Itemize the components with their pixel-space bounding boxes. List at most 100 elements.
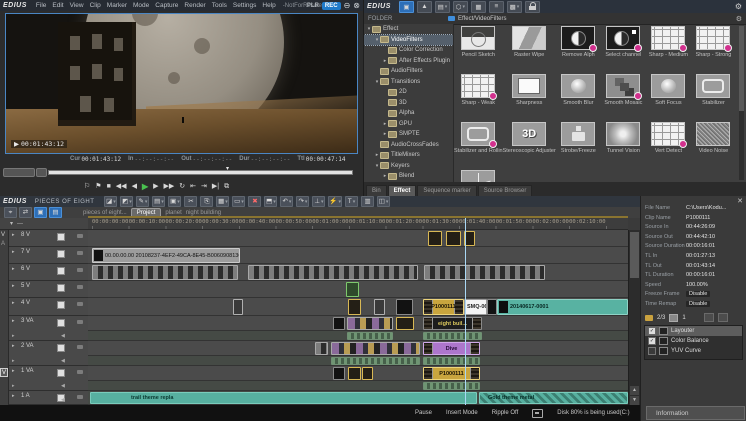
clip[interactable]: [233, 299, 243, 315]
scroll-up-icon[interactable]: ▲: [630, 386, 639, 395]
timeline-lanes[interactable]: 00.00.00.00 20108237-4EF2-49CA-8E45-B006…: [88, 230, 628, 405]
menu-clip[interactable]: Clip: [87, 2, 104, 9]
step-forward-button[interactable]: ▶: [153, 182, 158, 192]
shuttle-control[interactable]: [36, 168, 47, 177]
list-view-icon[interactable]: [704, 313, 714, 322]
clip-dive[interactable]: Dive: [423, 342, 480, 355]
clip[interactable]: [374, 299, 385, 315]
clip[interactable]: [423, 357, 480, 365]
marker-list-button[interactable]: ⚑: [95, 182, 101, 192]
filter-checkbox[interactable]: ✓: [648, 337, 656, 345]
clip-00-00-00-00-20108237-4ef2-49ca-8e45-b00609081360[interactable]: 00.00.00.00 20108237-4EF2-49CA-8E45-B006…: [92, 248, 240, 263]
sequence-settings-icon[interactable]: ◪▾: [104, 196, 117, 207]
audio-expander-icon[interactable]: ▸: [12, 383, 15, 389]
clip-smq-0631[interactable]: SMQ-0631: [464, 299, 487, 315]
fast-forward-button[interactable]: ▶▶: [164, 182, 175, 192]
effect-video-noise[interactable]: Video Noise: [691, 122, 736, 168]
effect-thumbnail[interactable]: [561, 122, 595, 146]
sequence-tab-planet[interactable]: planet: [165, 210, 181, 216]
add-marker-button[interactable]: ⚐: [84, 182, 90, 192]
expander-icon[interactable]: ▸: [12, 232, 15, 238]
video-lane[interactable]: [88, 230, 628, 247]
effect-tunnel-vision[interactable]: Tunnel Vision: [601, 122, 646, 168]
clip-p1000111[interactable]: P1000111: [423, 299, 464, 315]
lock-icon[interactable]: [525, 1, 540, 13]
effect-thumbnail[interactable]: [606, 26, 640, 50]
clip[interactable]: [396, 317, 414, 330]
folder-icon[interactable]: ▤▾: [152, 196, 165, 207]
scroll-down-icon[interactable]: ▼: [630, 396, 639, 405]
effect-thumbnail[interactable]: [696, 26, 730, 50]
tree-item-titlemixers[interactable]: ▸TitleMixers: [364, 150, 453, 161]
chevron-down-icon[interactable]: ▾: [10, 220, 13, 227]
delete-icon[interactable]: ✖: [248, 196, 261, 207]
clip[interactable]: [92, 265, 238, 280]
tree-item-3d[interactable]: 3D: [364, 98, 453, 109]
tree-item-transitions[interactable]: ▾Transitions: [364, 77, 453, 88]
recorder-mode-button[interactable]: REC: [322, 2, 341, 10]
clip[interactable]: [348, 367, 361, 380]
effect-thumbnail[interactable]: [461, 74, 495, 98]
filter-color-balance[interactable]: ✓Color Balance: [645, 336, 742, 346]
effect-thumbnail[interactable]: [696, 74, 730, 98]
play-button[interactable]: ▶: [142, 182, 148, 192]
delete-icon[interactable]: ▦: [471, 1, 486, 13]
clip[interactable]: [331, 342, 420, 355]
title-icon[interactable]: T▾: [345, 196, 358, 207]
clip-gold-theme-metal[interactable]: Gold theme metal: [479, 392, 628, 404]
clip-20140617-0001[interactable]: 20140617-0001: [497, 299, 628, 315]
clip-eight-buil-[interactable]: eight buil...: [423, 317, 482, 330]
effect-thumbnail[interactable]: [561, 26, 595, 50]
track-mute-button[interactable]: [57, 233, 65, 241]
track-mute-button[interactable]: [57, 267, 65, 275]
paste-icon[interactable]: ▦▾: [216, 196, 229, 207]
rewind-button[interactable]: ◀◀: [116, 182, 127, 192]
track-mute-button[interactable]: [57, 319, 65, 327]
effect-thumbnail[interactable]: [512, 74, 546, 98]
effect-thumbnail[interactable]: [461, 26, 495, 50]
effect-thumbnail[interactable]: 3D: [512, 122, 546, 146]
close-icon[interactable]: ⊗: [353, 2, 360, 10]
track-header-5v[interactable]: ▸5 V: [9, 281, 88, 298]
effect-smooth-blur[interactable]: Smooth Blur: [556, 74, 601, 120]
clip[interactable]: [348, 299, 361, 315]
track-header-1a[interactable]: ▸1 A◀: [9, 391, 88, 405]
effect-strobe-freeze[interactable]: Strobe/Freeze: [556, 122, 601, 168]
timeline-ruler[interactable]: 00:00:00:0000:00:10:0000:00:20:0000:00:3…: [88, 218, 628, 230]
audio-expander-icon[interactable]: ▸: [12, 358, 15, 364]
snap-icon[interactable]: ⌖: [4, 207, 17, 218]
expander-icon[interactable]: ▸: [12, 393, 15, 399]
track-header-8v[interactable]: ▸8 V: [9, 230, 88, 247]
clip[interactable]: [333, 317, 345, 330]
effect-raster-wipe[interactable]: Raster Wipe: [503, 26, 556, 72]
effect-thumbnail[interactable]: [606, 74, 640, 98]
clip[interactable]: [423, 332, 482, 340]
filter-checkbox[interactable]: ✓: [648, 327, 656, 335]
tree-item-videofilters[interactable]: ▾VideoFilters: [364, 35, 453, 46]
track-header-7v[interactable]: ▸7 V: [9, 247, 88, 264]
grid-view-icon[interactable]: ▩▾: [507, 1, 522, 13]
menu-capture[interactable]: Capture: [152, 2, 181, 9]
effect-thumbnail[interactable]: [561, 74, 595, 98]
minimize-icon[interactable]: ⊖: [344, 2, 351, 10]
open-folder-icon[interactable]: ▣: [399, 1, 414, 13]
filter-yuv-curve[interactable]: YUV Curve: [645, 346, 742, 356]
playhead[interactable]: [465, 218, 466, 405]
settings-icon[interactable]: ⚙: [736, 15, 742, 23]
effect-thumbnail[interactable]: [651, 74, 685, 98]
effect-sharpness[interactable]: Sharpness: [503, 74, 556, 120]
clip[interactable]: [331, 357, 420, 365]
menu-mode[interactable]: Mode: [130, 2, 152, 9]
set-out-button[interactable]: ⇥: [201, 182, 207, 192]
clip[interactable]: [333, 367, 345, 380]
capture-icon[interactable]: ⬒▾: [264, 196, 277, 207]
seek-bar[interactable]: [48, 170, 353, 175]
gear-icon[interactable]: ⚙: [735, 2, 742, 11]
effect-select-channel[interactable]: Select channel: [601, 26, 646, 72]
pencil-icon[interactable]: ✎▾: [136, 196, 149, 207]
clip[interactable]: [362, 367, 373, 380]
undo-icon[interactable]: ↶▾: [280, 196, 293, 207]
effect-stabilizer-and-rollin[interactable]: Stabilizer and Rollin: [454, 122, 503, 168]
audio-lane[interactable]: [88, 381, 628, 391]
timeline-vertical-scrollbar[interactable]: ▲ ▼: [628, 230, 640, 405]
